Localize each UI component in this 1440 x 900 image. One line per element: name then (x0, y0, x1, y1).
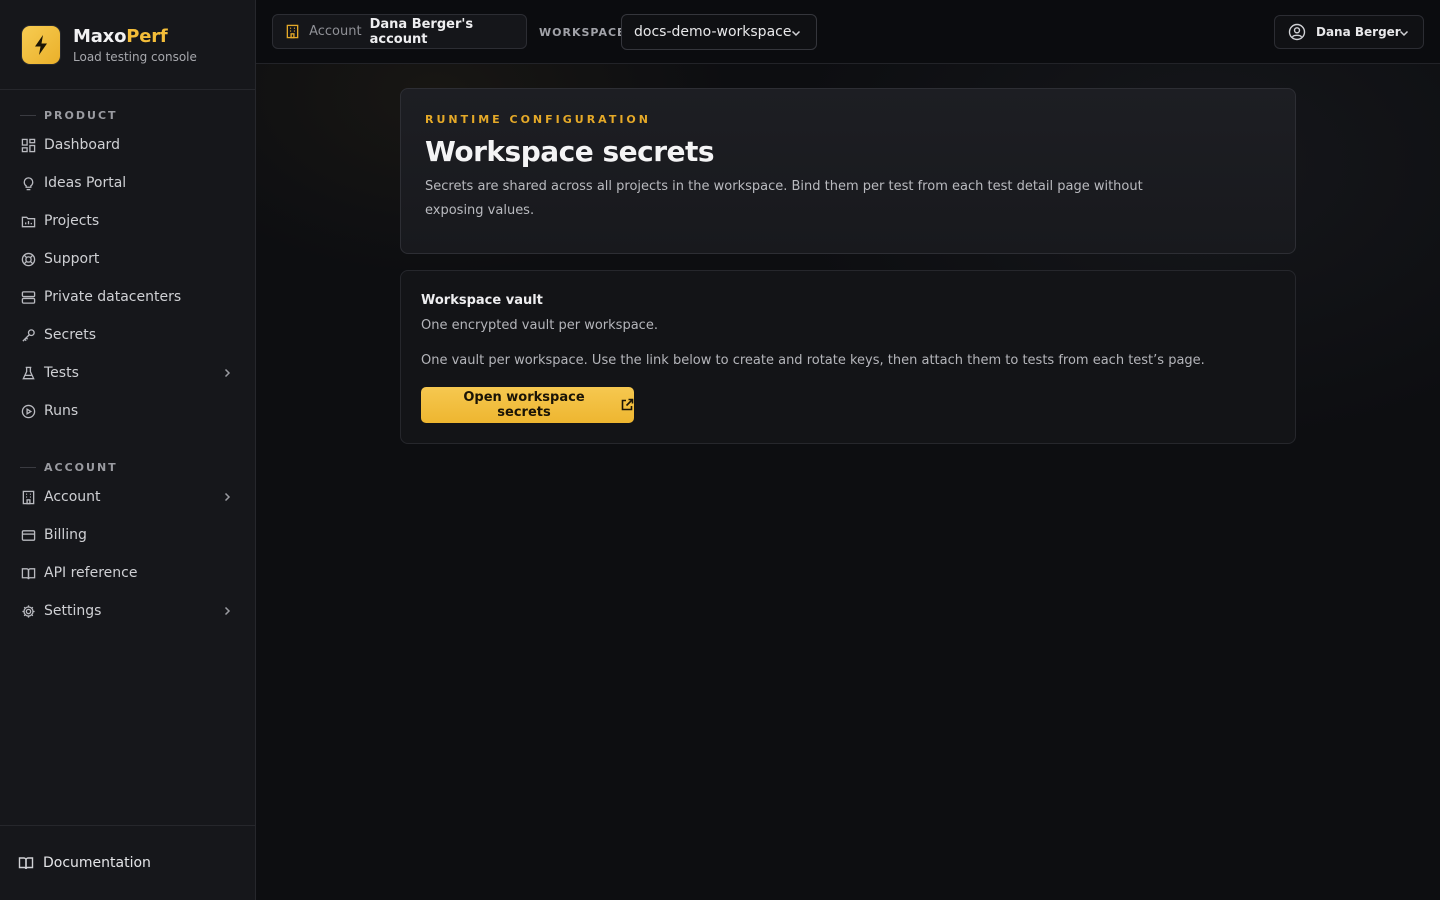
sidebar-item-secrets[interactable]: Secrets (0, 316, 255, 354)
external-link-icon (620, 398, 634, 412)
documentation-label: Documentation (43, 855, 151, 871)
sidebar-item-label: Secrets (44, 327, 97, 343)
sidebar-item-label: Settings (44, 603, 102, 619)
chevron-right-icon (221, 605, 233, 617)
chevron-right-icon (221, 491, 233, 503)
sidebar-item-private-datacenters[interactable]: Private datacenters (0, 278, 255, 316)
bolt-logo-icon (22, 25, 60, 64)
book-open-icon (18, 855, 34, 871)
account-chip[interactable]: Account Dana Berger's account (272, 14, 527, 49)
workspace-vault-card: Workspace vault One encrypted vault per … (400, 270, 1296, 444)
flask-icon (20, 365, 36, 381)
sidebar-item-billing[interactable]: Billing (0, 516, 255, 554)
button-label: Open workspace secrets (463, 390, 585, 420)
sidebar-item-label: Projects (44, 213, 100, 229)
dashboard-icon (20, 137, 36, 153)
vault-description: One vault per workspace. Use the link be… (421, 353, 1205, 368)
workspace-selected-value: docs-demo-workspace (634, 24, 792, 40)
vault-title: Workspace vault (421, 293, 543, 308)
documentation-link[interactable]: Documentation (0, 825, 255, 900)
chevron-down-icon (790, 27, 802, 39)
product-nav: PRODUCT Dashboard Ideas Portal Projects … (0, 90, 255, 430)
sidebar-item-settings[interactable]: Settings (0, 592, 255, 630)
lifebuoy-icon (20, 251, 36, 267)
sidebar: MaxoPerf Load testing console PRODUCT Da… (0, 0, 256, 900)
brand-name: MaxoPerf (73, 25, 168, 47)
account-chip-key: Account (309, 24, 362, 39)
building-icon (285, 24, 300, 40)
page-description: Secrets are shared across all projects i… (425, 179, 1143, 218)
sidebar-item-label: Runs (44, 403, 79, 419)
play-circle-icon (20, 403, 36, 419)
credit-card-icon (20, 527, 36, 543)
sidebar-item-label: Ideas Portal (44, 175, 127, 191)
chevron-down-icon (1398, 27, 1410, 39)
main-content: RUNTIME CONFIGURATION Workspace secrets … (256, 64, 1440, 900)
product-section-header: PRODUCT (0, 106, 255, 124)
user-circle-icon (1288, 23, 1306, 41)
sidebar-item-label: API reference (44, 565, 138, 581)
chevron-right-icon (221, 367, 233, 379)
folder-chart-icon (20, 213, 36, 229)
sidebar-item-label: Billing (44, 527, 87, 543)
sidebar-item-ideas-portal[interactable]: Ideas Portal (0, 164, 255, 202)
building-icon (20, 489, 36, 505)
account-nav: ACCOUNT Account Billing API reference Se… (0, 442, 255, 630)
sidebar-item-support[interactable]: Support (0, 240, 255, 278)
workspace-label: WORKSPACE (539, 26, 626, 39)
brand[interactable]: MaxoPerf Load testing console (0, 0, 255, 90)
book-icon (20, 565, 36, 581)
key-icon (20, 327, 36, 343)
workspace-select[interactable]: docs-demo-workspace (621, 14, 817, 50)
lightbulb-icon (20, 175, 36, 191)
page-title: Workspace secrets (425, 135, 715, 168)
sidebar-item-label: Dashboard (44, 137, 120, 153)
sidebar-item-projects[interactable]: Projects (0, 202, 255, 240)
gear-icon (20, 603, 36, 619)
sidebar-item-api-reference[interactable]: API reference (0, 554, 255, 592)
server-icon (20, 289, 36, 305)
sidebar-item-dashboard[interactable]: Dashboard (0, 126, 255, 164)
sidebar-item-label: Tests (44, 365, 79, 381)
user-name: Dana Berger (1316, 25, 1401, 39)
sidebar-item-runs[interactable]: Runs (0, 392, 255, 430)
user-menu[interactable]: Dana Berger (1274, 15, 1424, 49)
sidebar-item-label: Support (44, 251, 100, 267)
sidebar-item-label: Private datacenters (44, 289, 182, 305)
topbar: Account Dana Berger's account WORKSPACE … (256, 0, 1440, 64)
sidebar-item-account[interactable]: Account (0, 478, 255, 516)
vault-subtitle: One encrypted vault per workspace. (421, 318, 658, 333)
account-section-header: ACCOUNT (0, 458, 255, 476)
sidebar-item-label: Account (44, 489, 101, 505)
brand-subtitle: Load testing console (73, 49, 197, 64)
open-workspace-secrets-button[interactable]: Open workspace secrets (421, 387, 634, 423)
sidebar-item-tests[interactable]: Tests (0, 354, 255, 392)
page-header-card: RUNTIME CONFIGURATION Workspace secrets … (400, 88, 1296, 254)
page-eyebrow: RUNTIME CONFIGURATION (425, 113, 651, 126)
account-chip-value: Dana Berger's account (369, 16, 474, 47)
